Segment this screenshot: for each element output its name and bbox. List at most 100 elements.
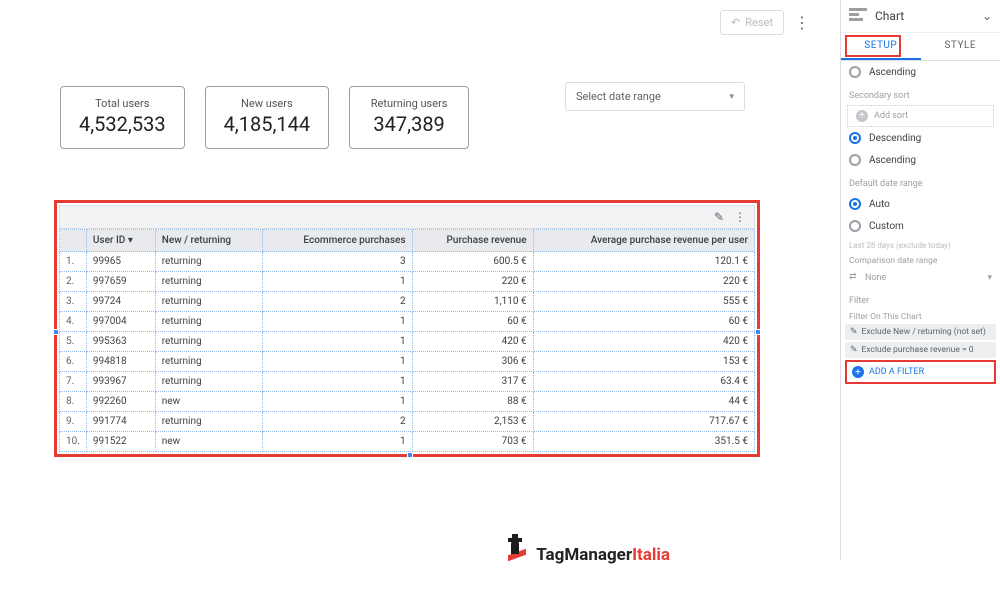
pencil-icon[interactable]: ✎ [714, 210, 724, 224]
cell-new-returning: new [155, 432, 262, 452]
radio-icon [849, 154, 861, 166]
cell-revenue: 60 € [412, 312, 533, 332]
more-icon[interactable]: ⋮ [790, 13, 814, 32]
cell-user-id: 99724 [86, 292, 155, 312]
table-row[interactable]: 4.997004returning160 €60 € [60, 312, 755, 332]
col-new-returning[interactable]: New / returning [155, 230, 262, 252]
card-new-users[interactable]: New users 4,185,144 [205, 86, 330, 149]
highlight-box [845, 35, 901, 57]
filter-item-1[interactable]: ✎ Exclude New / returning (not set) [845, 324, 996, 340]
chevron-down-icon: ▾ [987, 273, 992, 283]
cell-purchases: 1 [262, 352, 412, 372]
card-value: 347,389 [368, 112, 450, 136]
row-index: 1. [60, 252, 87, 272]
card-label: Total users [79, 97, 166, 110]
card-label: New users [224, 97, 311, 110]
cell-revenue: 317 € [412, 372, 533, 392]
date-auto-radio[interactable]: Auto [841, 193, 1000, 215]
col-ecomm-purchases[interactable]: Ecommerce purchases [262, 230, 412, 252]
cell-revenue: 220 € [412, 272, 533, 292]
cell-revenue: 420 € [412, 332, 533, 352]
col-purchase-revenue[interactable]: Purchase revenue [412, 230, 533, 252]
cell-new-returning: new [155, 392, 262, 412]
cell-purchases: 3 [262, 252, 412, 272]
watermark-logo: TagManagerItalia [502, 538, 670, 572]
table-row[interactable]: 3.99724returning21,110 €555 € [60, 292, 755, 312]
card-label: Returning users [368, 97, 450, 110]
comparison-select[interactable]: ⇄None ▾ [841, 268, 1000, 288]
cell-revenue: 1,110 € [412, 292, 533, 312]
cell-purchases: 2 [262, 412, 412, 432]
cell-purchases: 1 [262, 432, 412, 452]
row-index: 3. [60, 292, 87, 312]
row-index: 4. [60, 312, 87, 332]
cell-revenue: 306 € [412, 352, 533, 372]
sort-ascending-radio[interactable]: Ascending [841, 61, 1000, 83]
cell-revenue: 600.5 € [412, 252, 533, 272]
cell-avg-revenue: 153 € [533, 352, 754, 372]
table-row[interactable]: 6.994818returning1306 €153 € [60, 352, 755, 372]
add-sort-button[interactable]: + Add sort [847, 105, 994, 127]
cell-new-returning: returning [155, 272, 262, 292]
col-avg-revenue[interactable]: Average purchase revenue per user [533, 230, 754, 252]
table-header-row: User ID ▾ New / returning Ecommerce purc… [60, 230, 755, 252]
cell-purchases: 2 [262, 292, 412, 312]
table-row[interactable]: 10.991522new1703 €351.5 € [60, 432, 755, 452]
cell-new-returning: returning [155, 292, 262, 312]
table-row[interactable]: 7.993967returning1317 €63.4 € [60, 372, 755, 392]
cell-purchases: 1 [262, 312, 412, 332]
row-index: 8. [60, 392, 87, 412]
cell-user-id: 997659 [86, 272, 155, 292]
tab-style[interactable]: STYLE [921, 33, 1000, 60]
row-index: 2. [60, 272, 87, 292]
pencil-icon: ✎ [850, 327, 858, 337]
table-chart-icon [849, 8, 869, 24]
date-range-selector[interactable]: Select date range ▾ [565, 82, 745, 111]
table-chart[interactable]: ✎ ⋮ User ID ▾ New / returning Ecommerce … [54, 200, 760, 457]
card-value: 4,532,533 [79, 112, 166, 136]
properties-panel: Chart ⌄ SETUP STYLE Ascending Secondary … [840, 0, 1000, 560]
table-row[interactable]: 8.992260new188 €44 € [60, 392, 755, 412]
table-row[interactable]: 5.995363returning1420 €420 € [60, 332, 755, 352]
reset-button[interactable]: ↶ Reset [720, 10, 784, 35]
cell-new-returning: returning [155, 332, 262, 352]
swap-icon: ⇄ [849, 272, 861, 284]
table-row[interactable]: 1.99965returning3600.5 €120.1 € [60, 252, 755, 272]
card-total-users[interactable]: Total users 4,532,533 [60, 86, 185, 149]
cell-user-id: 993967 [86, 372, 155, 392]
secondary-ascending-radio[interactable]: Ascending [841, 149, 1000, 171]
table-row[interactable]: 2.997659returning1220 €220 € [60, 272, 755, 292]
cell-revenue: 88 € [412, 392, 533, 412]
filter-item-2[interactable]: ✎ Exclude purchase revenue = 0 [845, 342, 996, 358]
col-user-id[interactable]: User ID ▾ [86, 230, 155, 252]
comparison-label: Comparison date range [841, 254, 1000, 268]
cell-new-returning: returning [155, 252, 262, 272]
panel-title: Chart [875, 9, 982, 23]
panel-header[interactable]: Chart ⌄ [841, 0, 1000, 33]
secondary-descending-radio[interactable]: Descending [841, 127, 1000, 149]
more-vert-icon[interactable]: ⋮ [734, 210, 746, 224]
sort-down-icon: ▾ [128, 235, 133, 246]
radio-icon [849, 66, 861, 78]
cell-purchases: 1 [262, 372, 412, 392]
date-range-label: Select date range [576, 90, 661, 103]
cell-avg-revenue: 60 € [533, 312, 754, 332]
cell-user-id: 997004 [86, 312, 155, 332]
chevron-down-icon: ▾ [729, 92, 734, 102]
date-custom-radio[interactable]: Custom [841, 215, 1000, 237]
row-index: 10. [60, 432, 87, 452]
cell-new-returning: returning [155, 372, 262, 392]
card-returning-users[interactable]: Returning users 347,389 [349, 86, 469, 149]
scorecard-row: Total users 4,532,533 New users 4,185,14… [60, 86, 469, 149]
card-value: 4,185,144 [224, 112, 311, 136]
cell-avg-revenue: 120.1 € [533, 252, 754, 272]
table-row[interactable]: 9.991774returning22,153 €717.67 € [60, 412, 755, 432]
cell-avg-revenue: 220 € [533, 272, 754, 292]
cell-new-returning: returning [155, 352, 262, 372]
cell-avg-revenue: 555 € [533, 292, 754, 312]
pencil-icon: ✎ [850, 345, 858, 355]
cell-new-returning: returning [155, 412, 262, 432]
add-filter-button[interactable]: + ADD A FILTER [845, 360, 996, 384]
table-toolbar: ✎ ⋮ [59, 205, 755, 229]
cell-avg-revenue: 420 € [533, 332, 754, 352]
